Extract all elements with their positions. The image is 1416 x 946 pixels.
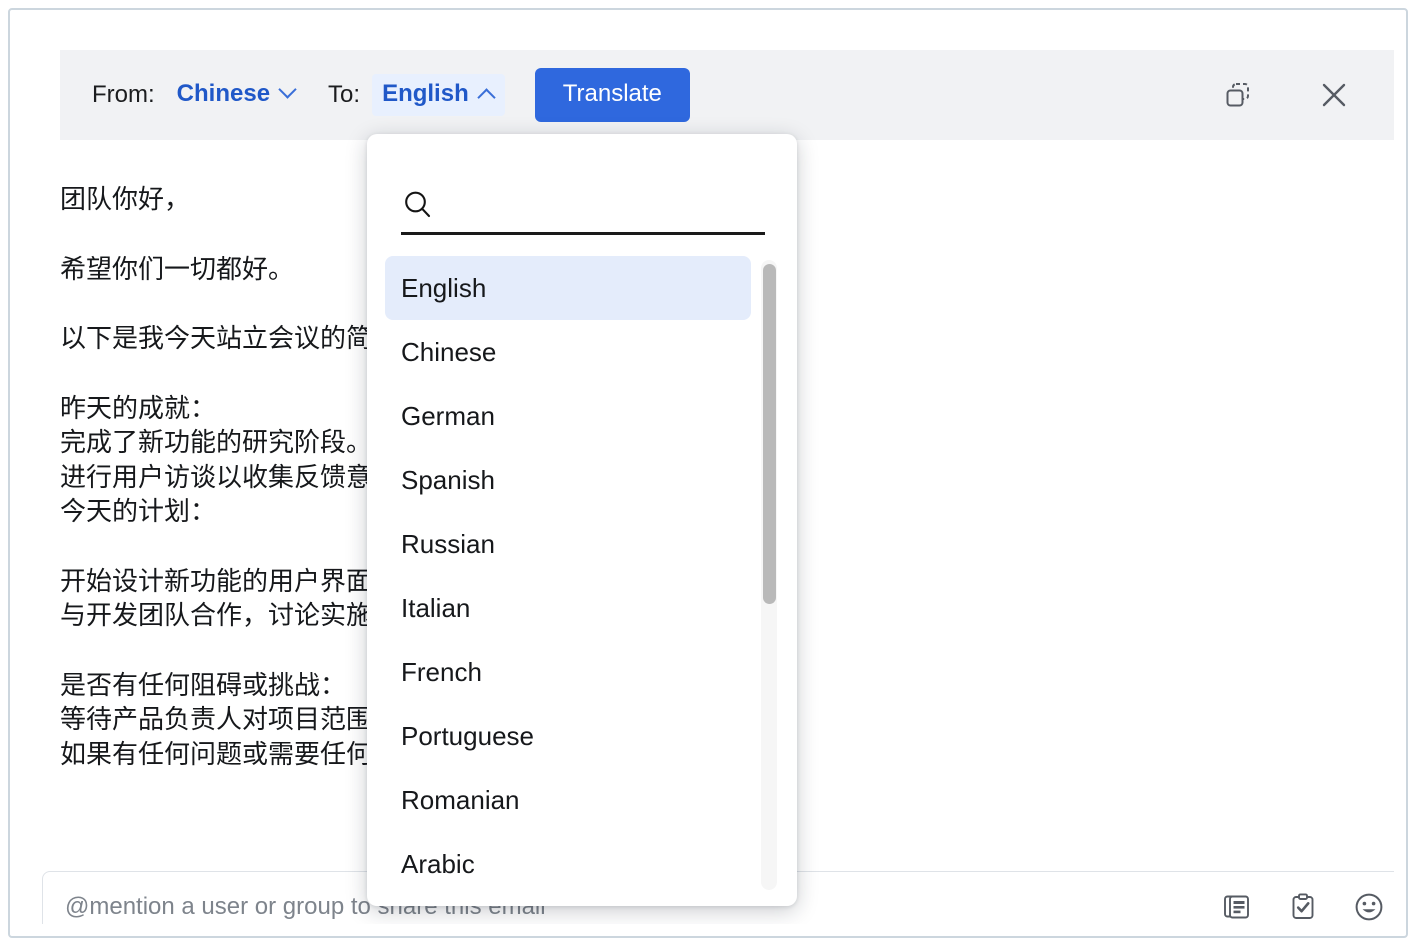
chevron-down-icon [278, 79, 297, 99]
close-button[interactable] [1314, 75, 1354, 115]
language-option-english[interactable]: English [385, 256, 751, 320]
copy-duplicate-icon [1226, 83, 1249, 107]
to-language-dropdown[interactable]: English [372, 74, 505, 116]
translate-email-window: From: Chinese To: English Translate 团队你好… [0, 0, 1416, 946]
window-frame: From: Chinese To: English Translate 团队你好… [8, 8, 1408, 938]
templates-button[interactable] [1218, 888, 1256, 925]
language-dropdown-panel: English Chinese German Spanish Russian Italia… [367, 134, 797, 906]
task-button[interactable] [1284, 888, 1322, 925]
chevron-up-icon [477, 87, 496, 107]
language-search [401, 182, 765, 235]
search-underline [401, 232, 765, 235]
from-language-value: Chinese [176, 80, 271, 107]
translate-button[interactable]: Translate [534, 68, 690, 122]
language-option-chinese[interactable]: Chinese [385, 320, 751, 384]
copy-duplicate-button[interactable] [1218, 75, 1258, 115]
language-list: English Chinese German Spanish Russian Italia… [367, 256, 797, 906]
from-label: From: [92, 81, 155, 108]
to-language-value: English [382, 80, 469, 107]
templates-icon [1224, 895, 1249, 918]
from-language-dropdown[interactable]: Chinese [167, 74, 306, 116]
language-option-german[interactable]: German [385, 384, 751, 448]
search-icon [405, 191, 431, 218]
emoji-icon [1355, 893, 1383, 920]
task-clipboard-icon [1292, 892, 1314, 919]
language-option-romanian[interactable]: Romanian [385, 768, 751, 832]
translate-toolbar: From: Chinese To: English Translate [60, 50, 1394, 140]
to-label: To: [328, 81, 361, 108]
mention-actions [1218, 888, 1394, 925]
close-icon [1322, 83, 1346, 107]
language-option-french[interactable]: French [385, 640, 751, 704]
language-option-spanish[interactable]: Spanish [385, 448, 751, 512]
language-option-italian[interactable]: Italian [385, 576, 751, 640]
language-option-russian[interactable]: Russian [385, 512, 751, 576]
toolbar-right-actions [1218, 75, 1376, 115]
language-search-row [401, 182, 765, 228]
dropdown-scrollbar-thumb[interactable] [762, 264, 776, 604]
language-option-arabic[interactable]: Arabic [385, 832, 751, 896]
window-content: From: Chinese To: English Translate 团队你好… [22, 22, 1394, 924]
language-option-portuguese[interactable]: Portuguese [385, 704, 751, 768]
emoji-button[interactable] [1350, 888, 1388, 925]
language-search-input[interactable] [447, 191, 765, 219]
